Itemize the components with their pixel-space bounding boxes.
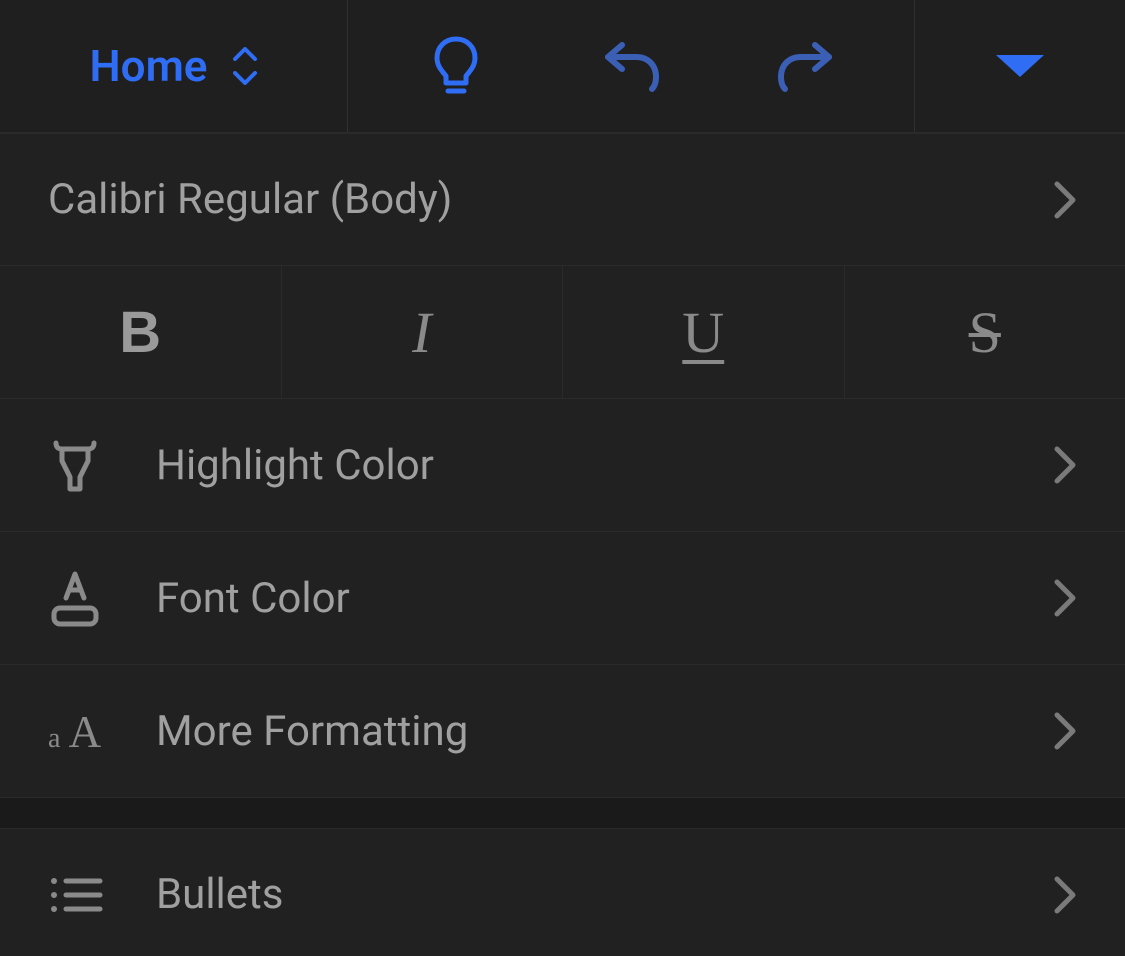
italic-glyph: I <box>412 299 431 366</box>
bold-glyph: B <box>119 299 161 366</box>
chevron-right-icon <box>1053 578 1077 618</box>
bullets-label: Bullets <box>156 870 1053 919</box>
redo-button[interactable] <box>771 31 841 101</box>
strikethrough-button[interactable]: S <box>845 266 1125 398</box>
toolbar: Home <box>0 0 1125 133</box>
redo-icon <box>777 39 835 93</box>
font-color-row[interactable]: Font Color <box>0 532 1125 665</box>
underline-glyph: U <box>682 299 724 366</box>
undo-button[interactable] <box>596 31 666 101</box>
svg-text:a: a <box>48 723 61 754</box>
collapse-ribbon-button[interactable] <box>915 0 1125 132</box>
bold-button[interactable]: B <box>0 266 282 398</box>
svg-text:A: A <box>69 707 102 756</box>
font-name-label: Calibri Regular (Body) <box>48 175 1053 224</box>
more-formatting-label: More Formatting <box>156 707 1053 756</box>
undo-icon <box>602 39 660 93</box>
more-formatting-row[interactable]: a A More Formatting <box>0 665 1125 798</box>
strike-glyph: S <box>969 299 1001 366</box>
ribbon-tab-selector[interactable]: Home <box>0 0 348 132</box>
text-style-row: B I U S <box>0 266 1125 399</box>
font-color-label: Font Color <box>156 574 1053 623</box>
chevron-right-icon <box>1053 180 1077 220</box>
chevron-right-icon <box>1053 875 1077 915</box>
tell-me-button[interactable] <box>421 31 491 101</box>
chevron-right-icon <box>1053 711 1077 751</box>
bullets-row[interactable]: Bullets <box>0 828 1125 956</box>
underline-button[interactable]: U <box>563 266 845 398</box>
highlight-color-row[interactable]: Highlight Color <box>0 399 1125 532</box>
up-down-icon <box>233 47 257 85</box>
section-gap <box>0 798 1125 828</box>
highlighter-icon <box>48 437 108 493</box>
ribbon-tab-label: Home <box>90 40 208 92</box>
more-formatting-icon: a A <box>48 706 108 756</box>
highlight-color-label: Highlight Color <box>156 441 1053 490</box>
font-color-icon <box>48 568 108 628</box>
bullets-icon <box>48 873 108 917</box>
toolbar-actions <box>348 0 915 132</box>
triangle-down-icon <box>992 51 1048 81</box>
chevron-right-icon <box>1053 445 1077 485</box>
lightbulb-icon <box>431 35 481 97</box>
italic-button[interactable]: I <box>282 266 564 398</box>
font-selector-row[interactable]: Calibri Regular (Body) <box>0 133 1125 266</box>
